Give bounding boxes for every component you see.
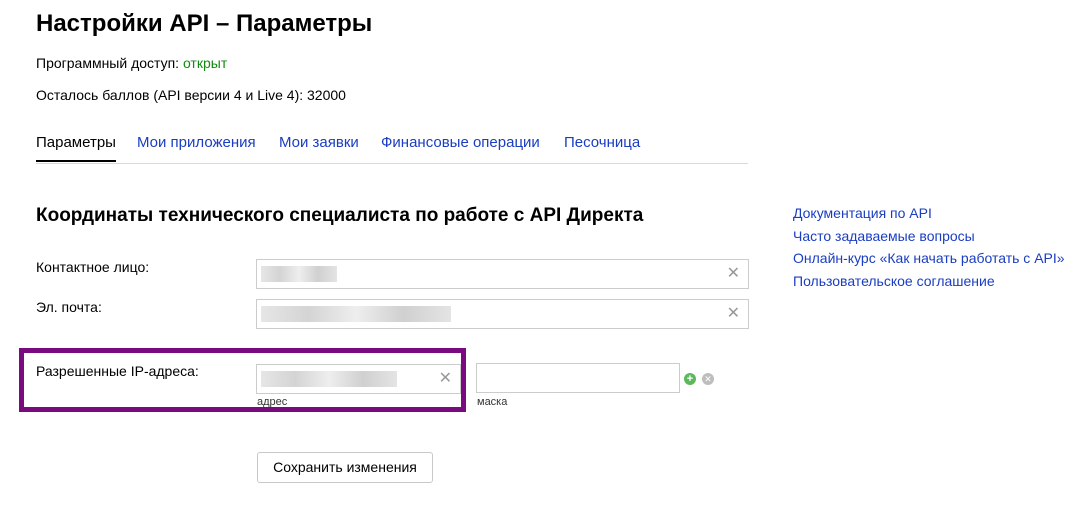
- tabs-bar: Параметры Мои приложения Мои заявки Фина…: [36, 131, 748, 164]
- tab-financial-operations[interactable]: Финансовые операции: [381, 134, 540, 151]
- link-faq[interactable]: Часто задаваемые вопросы: [793, 228, 975, 244]
- redacted-value: [261, 306, 451, 322]
- allowed-ips-label: Разрешенные IP-адреса:: [36, 363, 199, 379]
- tab-parameters[interactable]: Параметры: [36, 134, 116, 162]
- link-api-documentation[interactable]: Документация по API: [793, 205, 932, 221]
- tab-sandbox[interactable]: Песочница: [564, 134, 640, 151]
- contact-person-label: Контактное лицо:: [36, 259, 150, 275]
- page-title: Настройки API – Параметры: [36, 10, 373, 37]
- sidebar-links: Документация по API Часто задаваемые воп…: [793, 205, 1073, 295]
- section-title: Координаты технического специалиста по р…: [36, 205, 644, 226]
- save-changes-button[interactable]: Сохранить изменения: [257, 452, 433, 483]
- ip-mask-input[interactable]: [476, 363, 680, 393]
- tab-my-applications[interactable]: Мои приложения: [137, 134, 256, 151]
- add-ip-icon[interactable]: +: [684, 373, 696, 385]
- link-online-course[interactable]: Онлайн-курс «Как начать работать с API»: [793, 250, 1065, 266]
- api-access-label: Программный доступ:: [36, 55, 180, 71]
- api-access-status: Программный доступ: открыт: [36, 55, 227, 71]
- api-access-value: открыт: [182, 55, 228, 71]
- ip-mask-caption: маска: [477, 396, 508, 408]
- ip-address-input[interactable]: ✕: [256, 364, 461, 394]
- ip-address-caption: адрес: [257, 396, 288, 408]
- email-label: Эл. почта:: [36, 299, 102, 315]
- redacted-value: [261, 371, 397, 387]
- tab-my-requests[interactable]: Мои заявки: [279, 134, 359, 151]
- points-remaining: Осталось баллов (API версии 4 и Live 4):…: [36, 87, 346, 103]
- contact-person-input[interactable]: ✕: [256, 259, 749, 289]
- redacted-value: [261, 266, 337, 282]
- clear-icon[interactable]: ✕: [727, 306, 740, 322]
- clear-icon[interactable]: ✕: [439, 371, 452, 387]
- email-input[interactable]: ✕: [256, 299, 749, 329]
- link-user-agreement[interactable]: Пользовательское соглашение: [793, 273, 995, 289]
- clear-icon[interactable]: ✕: [727, 266, 740, 282]
- remove-ip-icon[interactable]: ✕: [702, 373, 714, 385]
